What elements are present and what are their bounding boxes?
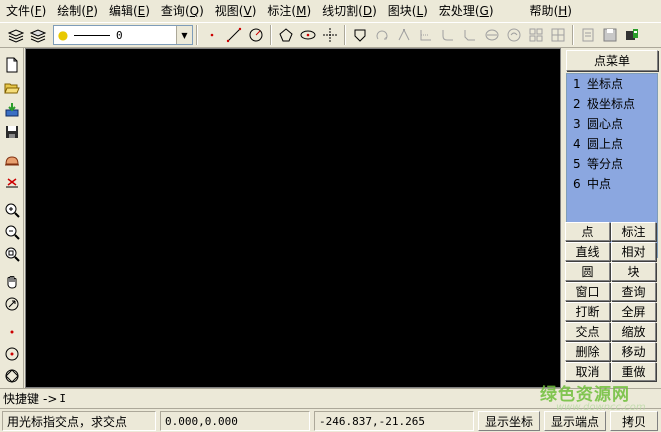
menu-query[interactable]: 查询(Q) [156,0,209,22]
snap-quadrant-icon[interactable] [1,365,23,387]
layers-icon[interactable] [6,25,26,45]
cmd-zoom-button[interactable]: 缩放 [611,322,656,341]
status-coord-absolute: 0.000,0.000 [160,411,310,431]
array-icon[interactable] [526,25,546,45]
point-menu-item-midpoint[interactable]: 6 中点 [573,174,611,194]
menu-file[interactable]: 文件(F) [1,0,51,22]
command-arrow: -> [43,391,58,406]
show-endpoint-button[interactable]: 显示端点 [544,411,606,431]
polygon-tool-icon[interactable] [276,25,296,45]
layer-manager-icon[interactable] [28,25,48,45]
chamfer-icon[interactable] [460,25,480,45]
status-prompt: 用光标指交点，求交点 [2,411,156,431]
point-menu-item-on-circle[interactable]: 4 圆上点 [573,134,623,154]
status-coord-cursor: -246.837,-21.265 [314,411,474,431]
lightbulb-icon: ● [57,28,69,42]
open-folder-icon[interactable] [1,77,23,99]
cmd-circle-button[interactable]: 圆 [565,262,610,281]
zoom-out-icon[interactable] [1,221,23,243]
ellipse-tool-icon[interactable] [298,25,318,45]
drawing-canvas[interactable] [25,48,561,388]
cmd-line-button[interactable]: 直线 [565,242,610,261]
cmd-block-button[interactable]: 块 [611,262,656,281]
point-menu-panel: 点菜单 1坐标点 2极坐标点 3圆心点 4圆上点 5等分点 6中点 ▼ 点 标注… [563,48,661,388]
linetype-sample [74,34,110,36]
menu-bar: 文件(F) 绘制(P) 编辑(E) 查询(Q) 视图(V) 标注(M) 线切割(… [0,0,661,22]
zoom-window-icon[interactable] [1,243,23,265]
toolbar-separator [196,25,198,45]
menu-wire-cut[interactable]: 线切割(D) [317,0,382,22]
cmd-query-button[interactable]: 查询 [611,282,656,301]
layer-select[interactable]: ● 0 ▼ [53,25,193,45]
toolbar-separator [270,25,272,45]
cmd-intersect-button[interactable]: 交点 [565,322,610,341]
cmd-window-button[interactable]: 窗口 [565,282,610,301]
command-line[interactable]: 快捷键 -> I [0,388,661,408]
status-bar: 用光标指交点，求交点 0.000,0.000 -246.837,-21.265 … [0,408,661,432]
point-menu-item-polar[interactable]: 2 极坐标点 [573,94,635,114]
fillet-icon[interactable] [438,25,458,45]
cmd-break-button[interactable]: 打断 [565,302,610,321]
spline-icon[interactable] [504,25,524,45]
toolbar-separator [572,25,574,45]
command-label: 快捷键 [3,392,40,406]
toolbar-separator [344,25,346,45]
zoom-in-icon[interactable] [1,199,23,221]
cmd-delete-button[interactable]: 删除 [565,342,610,361]
copy-button[interactable]: 拷贝 [610,411,658,431]
point-menu-item-center[interactable]: 3 圆心点 [573,114,623,134]
pan-hand-icon[interactable] [1,271,23,293]
snap-point-icon[interactable] [1,321,23,343]
redraw-icon[interactable] [1,293,23,315]
point-menu-button[interactable]: 点菜单 [566,50,658,71]
cmd-cancel-button[interactable]: 取消 [565,362,610,381]
save-disk-icon[interactable] [600,25,620,45]
snap-center-icon[interactable] [1,343,23,365]
menu-dimension[interactable]: 标注(M) [262,0,316,22]
menu-help[interactable]: 帮助(H) [525,0,577,22]
export-icon[interactable] [622,25,642,45]
hatch-icon[interactable] [482,25,502,45]
rotate-icon[interactable] [372,25,392,45]
cmd-relative-button[interactable]: 相对 [611,242,656,261]
point-tool-icon[interactable] [202,25,222,45]
cmd-point-button[interactable]: 点 [565,222,610,241]
delete-x-icon[interactable] [1,171,23,193]
menu-block[interactable]: 图块(L) [383,0,433,22]
new-file-icon[interactable] [1,54,23,76]
crosshair-tool-icon[interactable] [320,25,340,45]
cmd-dimension-button[interactable]: 标注 [611,222,656,241]
circle-tool-icon[interactable] [246,25,266,45]
menu-draw[interactable]: 绘制(P) [52,0,103,22]
print-preview-icon[interactable] [578,25,598,45]
save-icon[interactable] [1,121,23,143]
cmd-redo-button[interactable]: 重做 [611,362,656,381]
node-edit-icon[interactable] [394,25,414,45]
cmd-fullscreen-button[interactable]: 全屏 [611,302,656,321]
toolbar: ● 0 ▼ [0,22,661,48]
point-menu-item-divide[interactable]: 5 等分点 [573,154,623,174]
erase-icon[interactable] [1,149,23,171]
point-menu-item-coordinate[interactable]: 1 坐标点 [573,74,623,94]
shield-icon[interactable] [350,25,370,45]
cmd-move-button[interactable]: 移动 [611,342,656,361]
import-icon[interactable] [1,99,23,121]
show-coord-button[interactable]: 显示坐标 [478,411,540,431]
left-toolbar [0,48,24,388]
menu-view[interactable]: 视图(V) [210,0,262,22]
command-input[interactable]: I [59,392,66,405]
layer-value: 0 [116,28,123,42]
chevron-down-icon[interactable]: ▼ [176,26,192,44]
menu-edit[interactable]: 编辑(E) [104,0,155,22]
line-tool-icon[interactable] [224,25,244,45]
grid-icon[interactable] [548,25,568,45]
menu-macro[interactable]: 宏处理(G) [434,0,499,22]
trim-icon[interactable] [416,25,436,45]
